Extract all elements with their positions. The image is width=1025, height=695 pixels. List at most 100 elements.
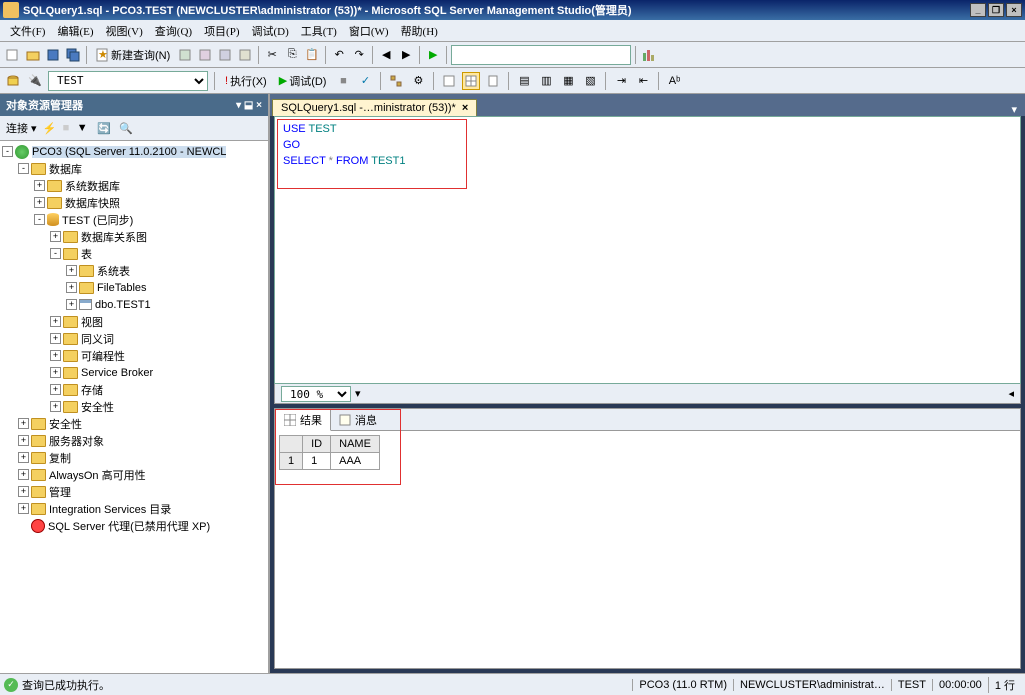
- zoom-combo[interactable]: 100 %: [281, 386, 351, 402]
- tree-db-security[interactable]: 安全性: [81, 399, 114, 415]
- toggle-icon[interactable]: +: [50, 350, 61, 361]
- menu-debug[interactable]: 调试(D): [246, 23, 295, 39]
- toggle-icon[interactable]: +: [18, 503, 29, 514]
- close-button[interactable]: ×: [1006, 3, 1022, 17]
- toggle-icon[interactable]: +: [18, 486, 29, 497]
- sql-editor[interactable]: USE TEST GO SELECT * FROM TEST1: [274, 116, 1021, 384]
- toggle-icon[interactable]: +: [18, 469, 29, 480]
- messages-tab[interactable]: 消息: [331, 410, 385, 430]
- use-db-icon[interactable]: [4, 72, 22, 90]
- tree-service-broker[interactable]: Service Broker: [81, 367, 153, 379]
- tree-server-objects[interactable]: 服务器对象: [49, 433, 104, 449]
- results-text-icon[interactable]: [440, 72, 458, 90]
- tree-databases[interactable]: 数据库: [49, 161, 82, 177]
- toggle-icon[interactable]: +: [18, 435, 29, 446]
- start-icon[interactable]: ▶: [424, 46, 442, 64]
- comment-icon[interactable]: ▤: [515, 72, 533, 90]
- execute-button[interactable]: ! 执行(X): [221, 73, 271, 89]
- row-header[interactable]: 1: [280, 453, 303, 470]
- scroll-left-icon[interactable]: ◂: [1008, 387, 1014, 400]
- toggle-icon[interactable]: -: [50, 248, 61, 259]
- menu-view[interactable]: 视图(V): [100, 23, 149, 39]
- toggle-icon[interactable]: +: [18, 418, 29, 429]
- paste-icon[interactable]: 📋: [303, 46, 321, 64]
- options-icon[interactable]: ⚙: [409, 72, 427, 90]
- disconnect-icon[interactable]: ⚡: [41, 119, 59, 137]
- menu-file[interactable]: 文件(F): [4, 23, 51, 39]
- toggle-icon[interactable]: +: [66, 265, 77, 276]
- tree-filetables[interactable]: FileTables: [97, 282, 147, 294]
- parse-icon[interactable]: ✓: [356, 72, 374, 90]
- results-file-icon[interactable]: [484, 72, 502, 90]
- cell-id[interactable]: 1: [303, 453, 331, 470]
- toggle-icon[interactable]: -: [34, 214, 45, 225]
- new-query-button[interactable]: ★ 新建查询(N): [91, 47, 174, 63]
- menu-query[interactable]: 查询(Q): [149, 23, 198, 39]
- toggle-icon[interactable]: +: [66, 299, 77, 310]
- refresh-icon[interactable]: 🔄: [95, 119, 113, 137]
- indent-icon[interactable]: ⇥: [612, 72, 630, 90]
- tab-close-icon[interactable]: ×: [462, 102, 468, 114]
- results-grid-icon[interactable]: [462, 72, 480, 90]
- results-grid[interactable]: IDNAME 11AAA: [275, 431, 1020, 474]
- save-icon[interactable]: [44, 46, 62, 64]
- tree-system-tables[interactable]: 系统表: [97, 263, 130, 279]
- object-tree[interactable]: -PCO3 (SQL Server 11.0.2100 - NEWCL -数据库…: [0, 141, 268, 673]
- tool-icon-3[interactable]: [216, 46, 234, 64]
- minimize-button[interactable]: _: [970, 3, 986, 17]
- tool-icon-1[interactable]: [176, 46, 194, 64]
- cell-name[interactable]: AAA: [331, 453, 380, 470]
- tree-dbo-test1[interactable]: dbo.TEST1: [95, 299, 151, 311]
- tree-test-db[interactable]: TEST (已同步): [62, 212, 133, 228]
- nav-back-icon[interactable]: ◀: [377, 46, 395, 64]
- menu-project[interactable]: 项目(P): [198, 23, 245, 39]
- tree-is-catalog[interactable]: Integration Services 目录: [49, 501, 171, 517]
- tool-icon-4[interactable]: [236, 46, 254, 64]
- toggle-icon[interactable]: +: [50, 367, 61, 378]
- tree-snapshots[interactable]: 数据库快照: [65, 195, 120, 211]
- tree-security[interactable]: 安全性: [49, 416, 82, 432]
- tree-management[interactable]: 管理: [49, 484, 71, 500]
- restore-button[interactable]: ❐: [988, 3, 1004, 17]
- nav-fwd-icon[interactable]: ▶: [397, 46, 415, 64]
- tree-programmability[interactable]: 可编程性: [81, 348, 125, 364]
- menu-tools[interactable]: 工具(T): [295, 23, 343, 39]
- pin-icon[interactable]: ▾ ⬓ ×: [236, 100, 262, 111]
- debug-button[interactable]: ▶ 调试(D): [275, 73, 331, 89]
- copy-icon[interactable]: ⎘: [283, 46, 301, 64]
- toggle-icon[interactable]: -: [18, 163, 29, 174]
- menu-window[interactable]: 窗口(W): [343, 23, 395, 39]
- col-id[interactable]: ID: [303, 436, 331, 453]
- redo-icon[interactable]: ↷: [350, 46, 368, 64]
- stop-icon[interactable]: ■: [334, 72, 352, 90]
- toggle-icon[interactable]: +: [50, 401, 61, 412]
- tree-root[interactable]: PCO3 (SQL Server 11.0.2100 - NEWCL: [32, 146, 226, 158]
- toggle-icon[interactable]: +: [18, 452, 29, 463]
- combo-empty[interactable]: [451, 45, 631, 65]
- tree-views[interactable]: 视图: [81, 314, 103, 330]
- tree-sql-agent[interactable]: SQL Server 代理(已禁用代理 XP): [48, 518, 210, 534]
- col-name[interactable]: NAME: [331, 436, 380, 453]
- menu-edit[interactable]: 编辑(E): [51, 23, 99, 39]
- tree-alwayson[interactable]: AlwaysOn 高可用性: [49, 467, 146, 483]
- stop-refresh-icon[interactable]: 🔍: [117, 119, 135, 137]
- tab-dropdown-icon[interactable]: ▾: [1005, 103, 1023, 116]
- toggle-icon[interactable]: +: [34, 197, 45, 208]
- toggle-icon[interactable]: -: [2, 146, 13, 157]
- tool-icon-a[interactable]: ▦: [559, 72, 577, 90]
- save-all-icon[interactable]: [64, 46, 82, 64]
- connect-button[interactable]: 连接 ▾: [6, 120, 37, 136]
- toggle-icon[interactable]: +: [66, 282, 77, 293]
- menu-help[interactable]: 帮助(H): [395, 23, 444, 39]
- new-project-icon[interactable]: [4, 46, 22, 64]
- toggle-icon[interactable]: +: [50, 316, 61, 327]
- tree-synonyms[interactable]: 同义词: [81, 331, 114, 347]
- toggle-icon[interactable]: +: [50, 333, 61, 344]
- tree-storage[interactable]: 存储: [81, 382, 103, 398]
- active-tab[interactable]: SQLQuery1.sql -…ministrator (53))* ×: [272, 99, 477, 116]
- change-conn-icon[interactable]: 🔌: [26, 72, 44, 90]
- results-tab[interactable]: 结果: [275, 409, 331, 431]
- tree-replication[interactable]: 复制: [49, 450, 71, 466]
- toggle-icon[interactable]: +: [34, 180, 45, 191]
- showplan-icon[interactable]: [387, 72, 405, 90]
